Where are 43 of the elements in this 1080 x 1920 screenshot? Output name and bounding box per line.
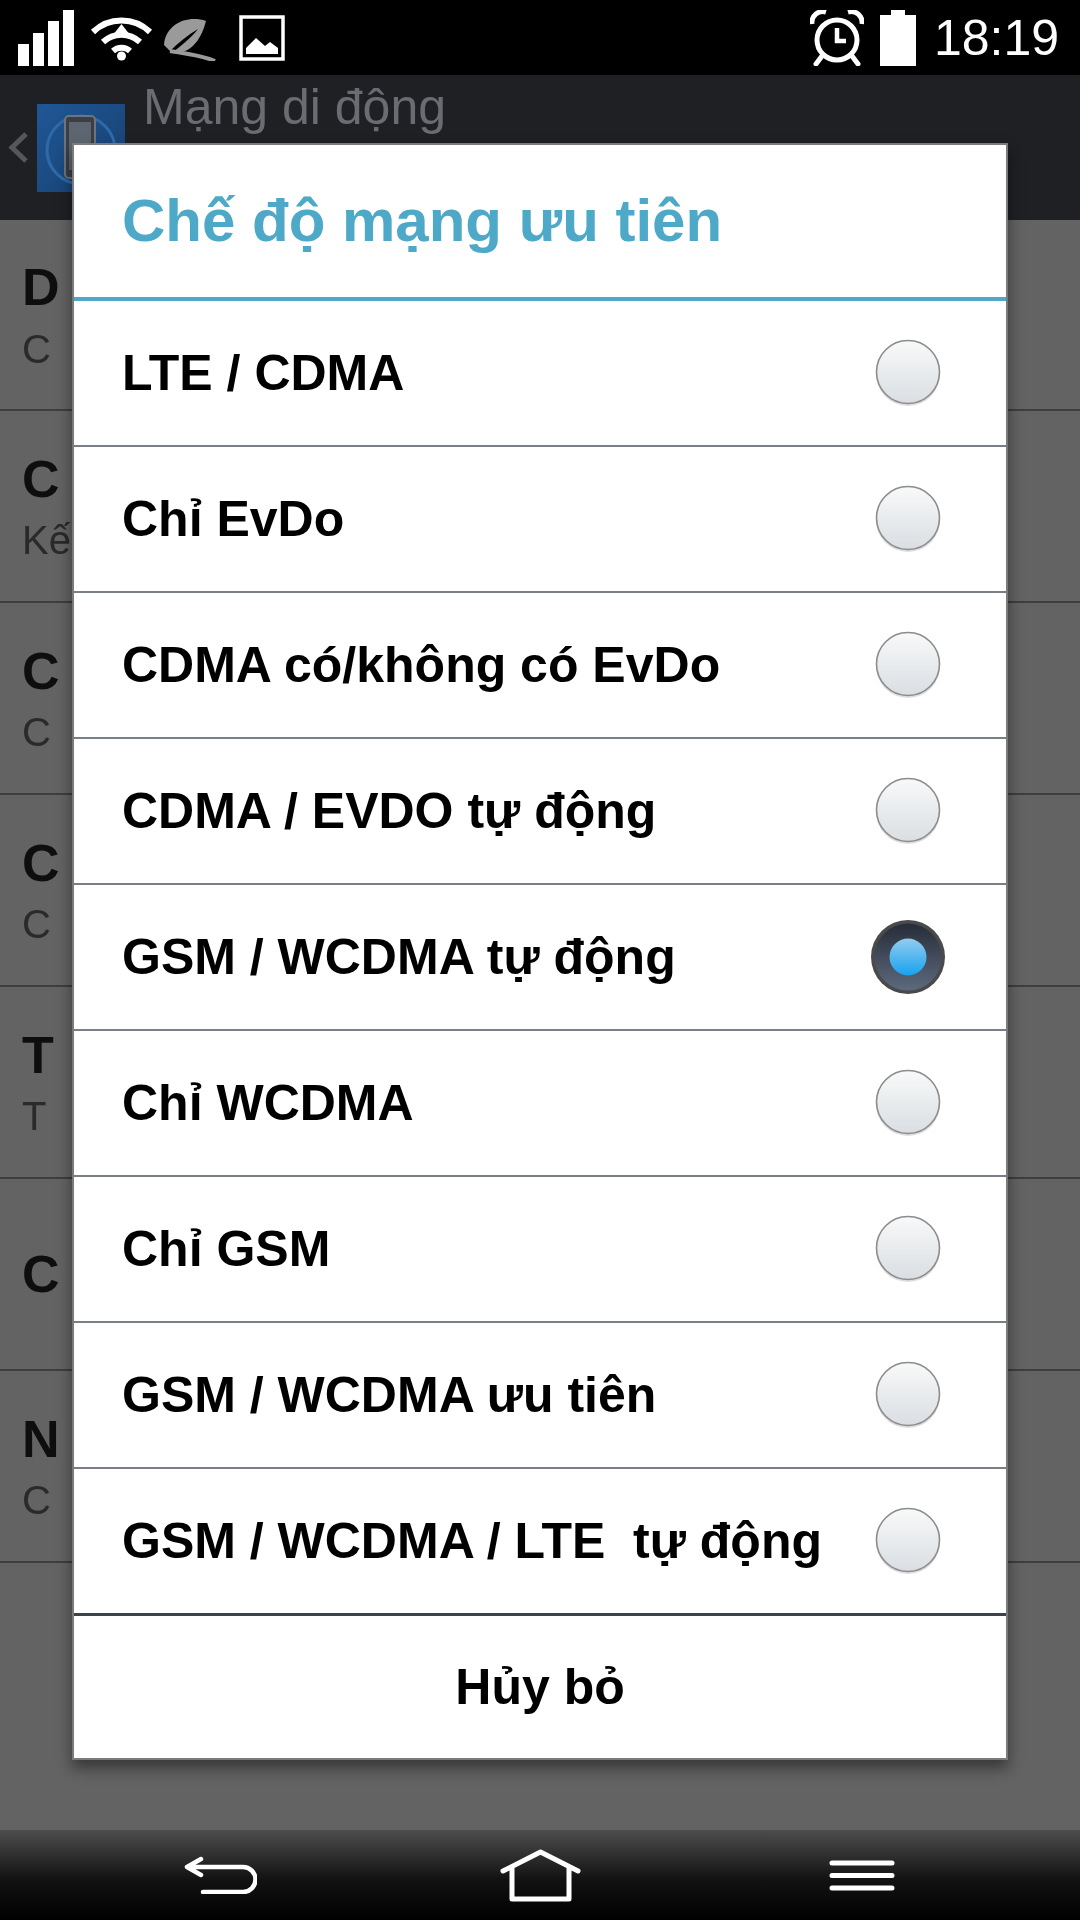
wifi-icon xyxy=(90,14,153,61)
setting-title: T xyxy=(22,1024,54,1086)
alarm-clock-icon xyxy=(809,9,864,66)
network-mode-option[interactable]: CDMA có/không có EvDo xyxy=(74,591,1006,737)
radio-icon[interactable] xyxy=(875,631,941,699)
network-mode-option[interactable]: Chỉ EvDo xyxy=(74,445,1006,591)
network-mode-option[interactable]: GSM / WCDMA ưu tiên xyxy=(74,1321,1006,1467)
setting-subtitle: C xyxy=(22,325,51,373)
network-mode-option[interactable]: LTE / CDMA xyxy=(74,301,1006,445)
setting-subtitle: C xyxy=(22,709,51,757)
battery-icon xyxy=(879,9,916,66)
app-bar-title: Mạng di động xyxy=(143,78,446,137)
setting-subtitle: C xyxy=(22,901,51,949)
cancel-button[interactable]: Hủy bỏ xyxy=(74,1616,1006,1758)
radio-icon[interactable] xyxy=(875,777,941,845)
dialog-title: Chế độ mạng ưu tiên xyxy=(122,186,723,256)
signal-icon xyxy=(18,9,74,66)
radio-icon[interactable] xyxy=(875,1215,941,1283)
setting-title: C xyxy=(22,448,60,510)
network-mode-option[interactable]: CDMA / EVDO tự động xyxy=(74,737,1006,883)
setting-title: N xyxy=(22,1408,60,1470)
chevron-left-icon[interactable] xyxy=(8,132,29,163)
setting-title: C xyxy=(22,640,60,702)
radio-icon[interactable] xyxy=(875,1361,941,1429)
radio-icon[interactable] xyxy=(875,339,941,407)
setting-title: C xyxy=(22,1243,60,1305)
network-mode-option[interactable]: Chỉ WCDMA xyxy=(74,1029,1006,1175)
back-icon[interactable] xyxy=(183,1856,257,1894)
setting-subtitle: C xyxy=(22,1477,51,1525)
setting-subtitle: Kế xyxy=(22,517,71,565)
network-mode-option[interactable]: GSM / WCDMA tự động xyxy=(74,883,1006,1029)
setting-subtitle: T xyxy=(22,1093,47,1141)
radio-icon[interactable] xyxy=(875,1069,941,1137)
home-icon[interactable] xyxy=(500,1848,581,1902)
image-icon xyxy=(239,14,285,61)
radio-icon[interactable] xyxy=(871,920,945,994)
menu-icon[interactable] xyxy=(829,1859,895,1891)
radio-icon[interactable] xyxy=(875,1507,941,1575)
clock-time: 18:19 xyxy=(933,12,1059,63)
setting-title: C xyxy=(22,832,60,894)
network-mode-option[interactable]: Chỉ GSM xyxy=(74,1175,1006,1321)
setting-title: D xyxy=(22,257,60,319)
radio-icon[interactable] xyxy=(875,485,941,553)
